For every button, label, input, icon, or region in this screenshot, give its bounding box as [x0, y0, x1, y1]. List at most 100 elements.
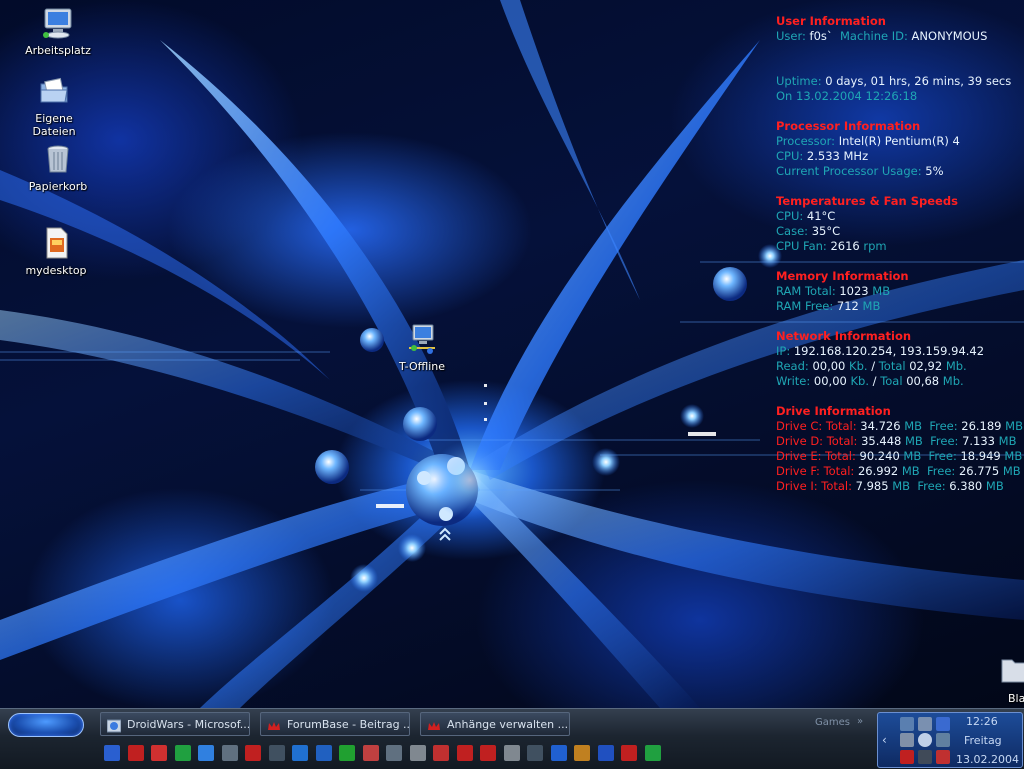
book-icon[interactable] — [362, 745, 379, 761]
section-title: User Information — [776, 14, 886, 28]
on-label: On — [776, 89, 793, 103]
terminal-icon[interactable] — [268, 745, 285, 761]
drive-unit: MB — [892, 479, 911, 493]
desktop-icon-t-offline[interactable]: T-Offline — [382, 322, 462, 373]
ram-total-unit: MB — [872, 284, 891, 298]
desktop-icon-bla[interactable]: Bla — [990, 654, 1024, 705]
task-button-forumbase[interactable]: ForumBase - Beitrag ... — [260, 712, 410, 736]
drive-unit: MB — [998, 434, 1017, 448]
tray-volume-icon[interactable] — [936, 733, 950, 747]
winamp-icon[interactable] — [574, 745, 590, 761]
tray-time[interactable]: 12:26 — [966, 715, 998, 728]
green-circle-icon[interactable] — [174, 745, 191, 761]
task-button-label: DroidWars - Microsof... — [127, 718, 250, 731]
section-title: Network Information — [776, 329, 912, 343]
drive-unit: MB — [985, 479, 1004, 493]
desktop-icon-mydesktop[interactable]: mydesktop — [16, 226, 96, 277]
icon-label: Papierkorb — [28, 180, 88, 193]
star-icon[interactable] — [433, 745, 449, 761]
fan-value: 2616 — [830, 239, 860, 253]
tray-expand-chevron[interactable]: ‹ — [882, 733, 887, 747]
write-total-unit: Mb. — [942, 374, 964, 388]
desktop-icon-eigene-dateien[interactable]: Eigene Dateien — [14, 74, 94, 138]
usage-label: Current Processor Usage: — [776, 164, 922, 178]
game-icon[interactable] — [480, 745, 496, 761]
tray-network-icon[interactable] — [936, 717, 950, 731]
uptime-value: 0 days, 01 hrs, 26 mins, 39 secs — [825, 74, 1012, 88]
tool-icon[interactable] — [456, 745, 473, 761]
desktop-icon-papierkorb[interactable]: Papierkorb — [18, 142, 98, 193]
excel-icon[interactable] — [644, 745, 661, 761]
icon-label: Bla — [1008, 692, 1024, 705]
drive-total-label: Total: — [825, 419, 857, 433]
drive-total-value: 35.448 — [861, 434, 902, 448]
user-label: User: — [776, 29, 806, 43]
lightning-icon[interactable] — [550, 745, 567, 761]
info-icon[interactable] — [315, 745, 332, 761]
drive-total-label: Total: — [823, 464, 855, 478]
processor-label: Processor: — [776, 134, 836, 148]
processor-info-section: Processor Information Processor: Intel(R… — [776, 119, 1024, 179]
icon-label: T-Offline — [398, 360, 446, 373]
usage-value: 5% — [925, 164, 944, 178]
read-total-label: Total — [878, 359, 906, 373]
desktop-icon-arbeitsplatz[interactable]: Arbeitsplatz — [18, 6, 98, 57]
section-title: Temperatures & Fan Speeds — [776, 194, 958, 208]
games-toolbar-label[interactable]: Games — [815, 717, 850, 728]
games-expand-arrow[interactable]: » — [857, 716, 863, 727]
drive-row: Drive D: Total: 35.448 MB Free: 7.133 MB — [776, 434, 1024, 449]
red-app-icon[interactable] — [621, 745, 637, 761]
crown-icon[interactable] — [245, 745, 261, 761]
processor-row: Processor: Intel(R) Pentium(R) 4 — [776, 134, 1024, 149]
usage-row: Current Processor Usage: 5% — [776, 164, 1024, 179]
cpu-temp-row: CPU: 41°C — [776, 209, 1024, 224]
fan-unit: rpm — [863, 239, 887, 253]
ie-icon[interactable] — [104, 745, 120, 761]
acrobat-icon[interactable] — [127, 745, 144, 761]
file-icon — [39, 226, 73, 260]
write-label: Write: — [776, 374, 811, 388]
drive-unit: MB — [901, 464, 920, 478]
tray-clock-icon[interactable] — [918, 733, 932, 747]
arrows-icon[interactable] — [292, 745, 308, 761]
tray-keyboard-icon[interactable] — [900, 717, 914, 731]
tray-ati-icon[interactable] — [936, 750, 950, 764]
drive-free-value: 26.775 — [958, 464, 1000, 478]
tray-chip-icon[interactable] — [918, 750, 932, 764]
ram-free-unit: MB — [862, 299, 881, 313]
image-icon[interactable] — [221, 745, 238, 761]
drive-free-value: 7.133 — [962, 434, 995, 448]
task-button-label: ForumBase - Beitrag ... — [287, 718, 410, 731]
machine-label: Machine ID: — [839, 29, 908, 43]
task-button-droidwars[interactable]: DroidWars - Microsof... — [100, 712, 250, 736]
globe-icon[interactable] — [198, 745, 214, 761]
user-value: f0s` — [809, 29, 833, 43]
pen-icon[interactable] — [527, 745, 543, 761]
tray-sensor-icon[interactable] — [900, 733, 914, 747]
task-button-label: Anhänge verwalten ... — [447, 718, 569, 731]
ram-free-label: RAM Free: — [776, 299, 834, 313]
icon-label: Arbeitsplatz — [25, 44, 91, 57]
drive-unit: MB — [1004, 449, 1023, 463]
drive-total-value: 34.726 — [860, 419, 901, 433]
task-button-anhaenge[interactable]: Anhänge verwalten ... — [420, 712, 570, 736]
on-row: On 13.02.2004 12:26:18 — [776, 89, 1024, 104]
tray-monitor-icon[interactable] — [918, 717, 932, 731]
system-info-panel: User Information User: f0s` Machine ID: … — [776, 14, 1024, 509]
read-value: 00,00 — [812, 359, 846, 373]
write-value: 00,00 — [813, 374, 847, 388]
tray-app-icon[interactable] — [900, 750, 914, 764]
drive-row: Drive E: Total: 90.240 MB Free: 18.949 M… — [776, 449, 1024, 464]
case-temp-label: Case: — [776, 224, 809, 238]
drive-row: Drive C: Total: 34.726 MB Free: 26.189 M… — [776, 419, 1024, 434]
write-total-value: 00,68 — [906, 374, 940, 388]
gear-icon[interactable] — [409, 745, 426, 761]
chip-icon[interactable] — [386, 745, 402, 761]
pdf-tool-icon[interactable] — [151, 745, 167, 761]
word-icon[interactable] — [597, 745, 614, 761]
network-section: Network Information IP: 192.168.120.254,… — [776, 329, 1024, 389]
runner-icon[interactable] — [503, 745, 520, 761]
start-button[interactable] — [8, 713, 84, 737]
matrix-icon[interactable] — [339, 745, 355, 761]
taskbar: DroidWars - Microsof... ForumBase - Beit… — [0, 708, 1024, 769]
